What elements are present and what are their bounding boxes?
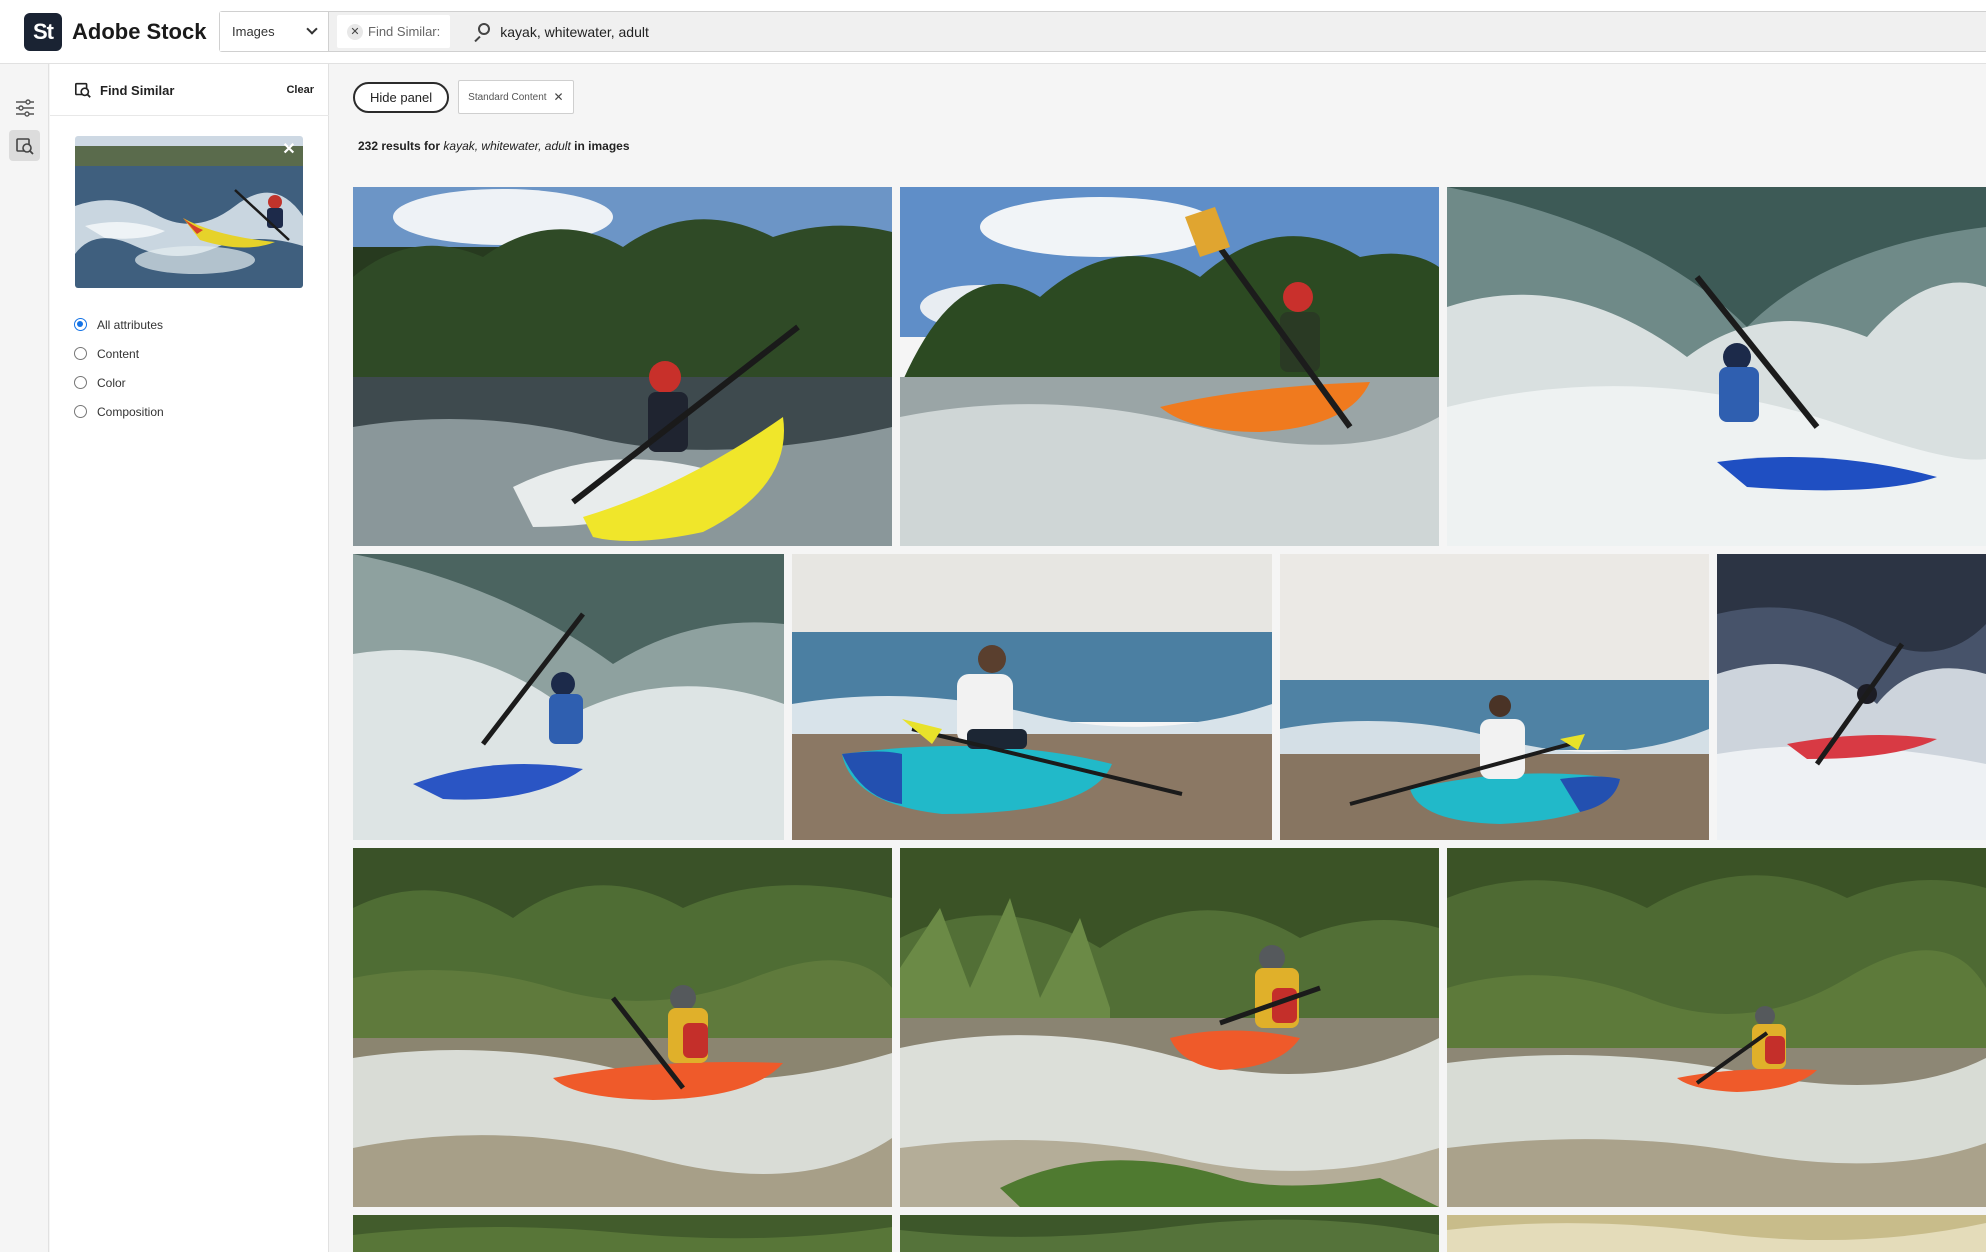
- search-input[interactable]: [500, 23, 1101, 40]
- option-label: Content: [97, 346, 140, 361]
- results-toolbar: Hide panel Standard Content ✕: [353, 80, 574, 114]
- search-icon: [472, 22, 491, 42]
- radio-checked[interactable]: [74, 318, 87, 331]
- result-image[interactable]: [900, 1215, 1439, 1252]
- result-image[interactable]: [353, 554, 784, 840]
- find-similar-chip-label: Find Similar:: [368, 24, 441, 39]
- option-composition[interactable]: Composition: [74, 397, 164, 426]
- similarity-options: All attributes Content Color Composition: [74, 310, 164, 426]
- filter-chip-label: Standard Content: [468, 91, 547, 103]
- sliders-icon: [15, 98, 34, 117]
- standard-content-filter-chip[interactable]: Standard Content ✕: [458, 80, 574, 114]
- find-similar-icon: [15, 137, 34, 155]
- results-in-label: in images: [574, 139, 630, 153]
- panel-header: Find Similar Clear: [74, 81, 314, 99]
- adobe-stock-logo[interactable]: St Adobe Stock: [24, 13, 206, 51]
- option-label: All attributes: [97, 317, 164, 332]
- result-image[interactable]: [792, 554, 1272, 840]
- result-image[interactable]: [1447, 1215, 1986, 1252]
- filters-button[interactable]: [9, 92, 40, 123]
- clear-button[interactable]: Clear: [286, 84, 314, 96]
- reference-image: ✕: [75, 136, 303, 288]
- option-content[interactable]: Content: [74, 339, 164, 368]
- find-similar-rail-button[interactable]: [9, 130, 40, 161]
- result-image[interactable]: [1717, 554, 1986, 840]
- search-bar: Images ✕ Find Similar:: [219, 11, 1986, 52]
- radio-unchecked[interactable]: [74, 405, 87, 418]
- close-icon[interactable]: ✕: [554, 90, 564, 104]
- results-number: 232: [358, 139, 379, 153]
- content-type-dropdown[interactable]: Images: [220, 12, 329, 51]
- option-label: Composition: [97, 404, 164, 419]
- option-label: Color: [97, 375, 126, 390]
- radio-unchecked[interactable]: [74, 376, 87, 389]
- top-header: St Adobe Stock Images ✕ Find Similar:: [0, 0, 1986, 64]
- content-type-value: Images: [232, 24, 275, 39]
- result-image[interactable]: [353, 187, 892, 546]
- stock-badge-icon: St: [24, 13, 62, 51]
- find-similar-chip: ✕ Find Similar:: [337, 15, 451, 48]
- result-image[interactable]: [1447, 187, 1986, 546]
- result-image[interactable]: [900, 187, 1439, 546]
- close-icon[interactable]: ✕: [281, 142, 297, 158]
- result-image[interactable]: [353, 1215, 892, 1252]
- panel-title: Find Similar: [100, 82, 175, 98]
- radio-unchecked[interactable]: [74, 347, 87, 360]
- option-all-attributes[interactable]: All attributes: [74, 310, 164, 339]
- results-terms: kayak, whitewater, adult: [443, 139, 571, 153]
- hide-panel-button[interactable]: Hide panel: [353, 81, 450, 113]
- option-color[interactable]: Color: [74, 368, 164, 397]
- result-image[interactable]: [900, 848, 1439, 1207]
- left-rail: [0, 64, 49, 1252]
- chevron-down-icon: [306, 23, 318, 35]
- result-image[interactable]: [1280, 554, 1709, 840]
- find-similar-icon: [74, 82, 91, 98]
- close-icon[interactable]: ✕: [347, 23, 363, 40]
- result-image[interactable]: [353, 848, 892, 1207]
- find-similar-panel: Find Similar Clear ✕ All attributes Cont…: [50, 64, 329, 1252]
- brand-name: Adobe Stock: [72, 19, 207, 44]
- results-count: 232 results for kayak, whitewater, adult…: [358, 139, 630, 153]
- results-for-label: results for: [381, 139, 441, 153]
- result-image[interactable]: [1447, 848, 1986, 1207]
- divider: [50, 115, 329, 116]
